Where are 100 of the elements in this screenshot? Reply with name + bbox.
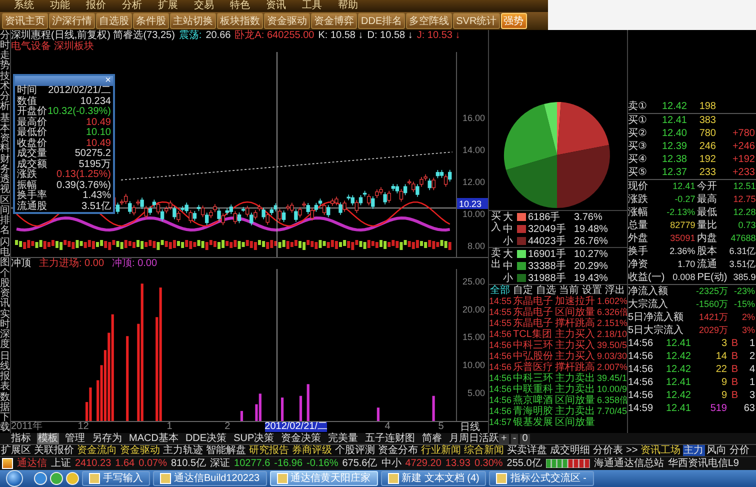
- extension-tab[interactable]: 分价表: [592, 445, 624, 456]
- toolbar-button[interactable]: 板块指数: [217, 13, 263, 29]
- formula-tab[interactable]: SUP决策: [232, 433, 276, 444]
- zoom-button[interactable]: -: [510, 434, 518, 444]
- formula-tab[interactable]: 管理: [64, 433, 86, 444]
- menu-item[interactable]: 分析: [122, 0, 142, 12]
- extension-tab[interactable]: 主力轨迹: [162, 445, 204, 456]
- extension-tab[interactable]: 关联报价: [33, 445, 75, 456]
- flow-label: 5日大宗流入: [628, 324, 684, 337]
- taskbar-item[interactable]: 指标公式交流区 -: [489, 471, 594, 486]
- extension-tab[interactable]: 分价: [728, 445, 751, 456]
- zoom-button[interactable]: +: [499, 434, 509, 444]
- extension-tab[interactable]: 资金流向: [76, 445, 118, 456]
- side-tab[interactable]: 闪电图: [0, 238, 10, 268]
- side-tab[interactable]: 财务透视: [0, 154, 10, 195]
- extension-tab[interactable]: 资讯工场: [640, 445, 682, 456]
- toolbar-button[interactable]: 主站切换: [170, 13, 216, 29]
- taskbar-item[interactable]: 通达信Build120223: [153, 471, 267, 486]
- formula-tab[interactable]: MACD基本: [128, 433, 180, 444]
- axis-label: 20.00: [462, 304, 485, 314]
- flow-percent: -15%: [732, 298, 755, 311]
- filter-tab[interactable]: 自选: [536, 285, 556, 296]
- trade-count: 63: [742, 403, 755, 414]
- toolbar-button[interactable]: 沪深行情: [49, 13, 95, 29]
- formula-tab[interactable]: 另存为: [91, 433, 123, 444]
- extension-tab[interactable]: 风向: [706, 445, 728, 456]
- extension-tab[interactable]: 资金驱动: [119, 445, 161, 456]
- close-button[interactable]: ×: [103, 76, 113, 86]
- index-value: 10277.6: [234, 458, 270, 470]
- period-label: 日线: [460, 422, 480, 433]
- order-volume: 192: [698, 154, 716, 165]
- filter-tab[interactable]: 当前: [559, 285, 579, 296]
- filter-tab[interactable]: 浮出: [605, 285, 625, 296]
- taskbar-item[interactable]: 新建 文本文档 (4): [380, 471, 486, 486]
- toolbar-button[interactable]: 自选股: [96, 13, 132, 29]
- formula-tab[interactable]: 五子连财图: [364, 433, 416, 444]
- filter-tab[interactable]: 设置: [582, 285, 602, 296]
- extension-tab[interactable]: >>: [625, 445, 639, 456]
- side-tab[interactable]: 日线报表: [0, 352, 10, 392]
- menu-item[interactable]: 工具: [302, 0, 322, 12]
- window-icon: [388, 473, 399, 484]
- order-level-label: 买③: [628, 141, 648, 152]
- extension-tab[interactable]: 买卖详盘: [506, 445, 548, 456]
- side-tab[interactable]: 区间排名: [0, 196, 10, 236]
- menu-item[interactable]: 特色: [230, 0, 250, 12]
- extension-tab[interactable]: 个股评测: [334, 445, 376, 456]
- menu-item[interactable]: 报价: [86, 0, 106, 12]
- zoom-button[interactable]: 0: [520, 434, 530, 444]
- formula-tab[interactable]: 资金决策: [280, 433, 322, 444]
- formula-tab[interactable]: 指标: [10, 433, 32, 444]
- extension-tab[interactable]: 智能解盘: [205, 445, 247, 456]
- quick-launch-icon[interactable]: [66, 472, 79, 485]
- filter-tab[interactable]: 自定: [513, 285, 533, 296]
- side-tab[interactable]: 技术分析: [0, 72, 10, 112]
- quick-launch-icon[interactable]: [34, 472, 47, 485]
- menu-item[interactable]: 资讯: [266, 0, 286, 12]
- index-percent: 0.30%: [474, 458, 503, 470]
- extension-tab[interactable]: 资金分布: [377, 445, 419, 456]
- side-tab[interactable]: 实时深度: [0, 310, 10, 350]
- start-button[interactable]: [6, 470, 23, 487]
- extension-tab[interactable]: 综合新闻: [463, 445, 505, 456]
- field-value: 10.234: [80, 96, 111, 106]
- signal-value: 9.03/30: [597, 352, 628, 362]
- toolbar-button[interactable]: DDE排名: [358, 13, 406, 29]
- toolbar-button[interactable]: 资金博弈: [311, 13, 357, 29]
- order-change: +233: [731, 167, 755, 178]
- extension-tab[interactable]: 主力: [682, 445, 705, 456]
- side-tab[interactable]: 数据下载: [0, 392, 10, 433]
- quick-launch-icon[interactable]: [50, 472, 63, 485]
- extension-tab[interactable]: 券商评级: [291, 445, 333, 456]
- toolbar-button[interactable]: 条件股: [133, 13, 169, 29]
- field-value: 50275.2: [74, 149, 111, 160]
- stat-value: 12.75: [732, 193, 756, 206]
- formula-tab[interactable]: 完美量: [327, 433, 360, 444]
- extension-tab[interactable]: 扩展区: [0, 445, 32, 456]
- taskbar-item[interactable]: 手写输入: [82, 471, 150, 486]
- formula-tab[interactable]: DDE决策: [184, 433, 228, 444]
- toolbar-button[interactable]: SVR统计: [453, 13, 500, 29]
- toolbar-button[interactable]: 资金驱动: [264, 13, 310, 29]
- filter-tab[interactable]: 全部: [490, 285, 510, 296]
- menu-item[interactable]: 帮助: [338, 0, 358, 12]
- toolbar-button[interactable]: 多空阵线: [406, 13, 452, 29]
- extension-tab[interactable]: 研究报告: [248, 445, 290, 456]
- trade-volume: 519: [709, 403, 727, 414]
- side-tab[interactable]: 基本资料: [0, 114, 10, 154]
- side-tab[interactable]: 分时走势: [0, 31, 10, 71]
- stat-label: 涨幅: [628, 206, 649, 219]
- menu-item[interactable]: 功能: [50, 0, 70, 12]
- extension-tab[interactable]: 成交明细: [549, 445, 591, 456]
- signal-value: 2.007%: [597, 362, 628, 372]
- formula-tab[interactable]: 月周日活跃: [448, 433, 500, 444]
- extension-tab[interactable]: 行业新闻: [420, 445, 462, 456]
- formula-tab[interactable]: 模板: [37, 433, 59, 444]
- side-tab[interactable]: 个股资讯: [0, 268, 10, 309]
- bar: [299, 396, 302, 421]
- toolbar-button[interactable]: 资讯主页: [2, 13, 48, 29]
- stat-value: 47688: [730, 232, 756, 245]
- formula-tab[interactable]: 简睿: [421, 433, 444, 444]
- trade-volume: 14: [714, 351, 727, 362]
- stat-value: 385.9: [732, 271, 756, 284]
